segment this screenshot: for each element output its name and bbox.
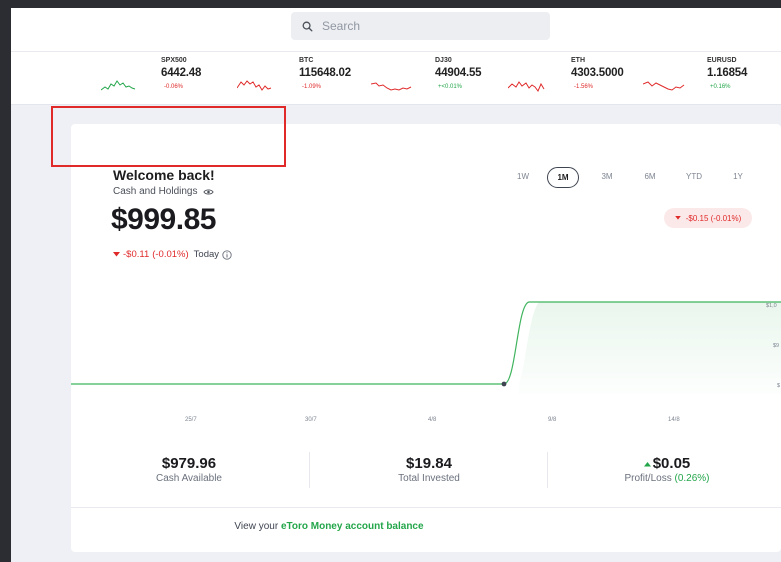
cash-available-stat: $979.96 Cash Available xyxy=(109,455,269,484)
triangle-down-icon xyxy=(113,252,120,257)
chart-x-label: 9/8 xyxy=(548,417,557,423)
triangle-down-icon xyxy=(674,216,681,220)
total-invested-value: $19.84 xyxy=(406,455,452,472)
period-ytd[interactable]: YTD xyxy=(679,167,709,186)
period-6m[interactable]: 6M xyxy=(638,167,662,186)
profit-loss-stat: $0.05 Profit/Loss (0.26%) xyxy=(587,455,747,484)
ticker-symbol: EURUSD xyxy=(707,57,737,64)
ticker-change: -1.09% xyxy=(302,84,322,90)
ticker-price: 44904.55 xyxy=(435,67,482,79)
window-frame-top xyxy=(0,0,781,8)
day-change-value: -$0.11 xyxy=(123,249,150,260)
portfolio-line-chart: $1,0 $9 $ xyxy=(71,301,781,394)
total-invested-stat: $19.84 Total Invested xyxy=(349,455,509,484)
ticker-spx500[interactable]: SPX500 6442.48 -0.06% xyxy=(161,57,236,101)
chart-area xyxy=(519,302,781,394)
search-icon xyxy=(302,21,313,31)
etoro-money-link[interactable]: eToro Money account balance xyxy=(281,521,424,532)
period-1m[interactable]: 1M xyxy=(547,167,579,188)
ticker-sparkline xyxy=(237,80,272,91)
ticker-eurusd[interactable]: EURUSD 1.16854 +0.16% xyxy=(707,57,781,101)
ticker-sparkline xyxy=(508,81,545,92)
window-frame-left xyxy=(0,0,11,562)
info-icon[interactable] xyxy=(222,249,232,260)
range-change-badge: -$0.15 (-0.01%) xyxy=(664,208,752,228)
chart-y-label: $1,0 xyxy=(766,303,777,309)
ticker-price: 1.16854 xyxy=(707,67,748,79)
eye-icon[interactable] xyxy=(202,188,214,196)
ticker-price: 4303.5000 xyxy=(571,67,624,79)
chart-x-label: 4/8 xyxy=(428,417,437,423)
chart-x-label: 30/7 xyxy=(305,417,317,423)
search-input[interactable]: Search xyxy=(291,12,550,40)
footer-prefix: View your xyxy=(234,521,281,532)
portfolio-balance: $999.85 xyxy=(111,203,216,236)
profit-loss-label-text: Profit/Loss xyxy=(624,473,672,484)
period-3m[interactable]: 3M xyxy=(595,167,619,186)
ticker-change: +0.16% xyxy=(710,84,731,90)
ticker-price: 6442.48 xyxy=(161,67,202,79)
profit-loss-value: $0.05 xyxy=(587,455,747,472)
card-footer-divider xyxy=(71,507,781,508)
ticker-symbol: SPX500 xyxy=(161,57,187,64)
summary-divider xyxy=(309,452,310,488)
triangle-up-icon xyxy=(643,461,651,467)
today-label: Today xyxy=(193,249,220,260)
top-bar: Search xyxy=(11,8,781,52)
etoro-money-footer: View your eToro Money account balance xyxy=(71,521,587,532)
cash-available-value: $979.96 xyxy=(161,455,217,472)
total-invested-label: Total Invested xyxy=(398,473,460,484)
ticker-sparkline xyxy=(101,80,136,91)
profit-loss-percent: (0.26%) xyxy=(674,473,710,484)
cash-holdings-text: Cash and Holdings xyxy=(113,186,198,197)
ticker-change: -1.56% xyxy=(574,84,594,90)
ticker-eth[interactable]: ETH 4303.5000 -1.56% xyxy=(571,57,646,101)
chart-x-label: 25/7 xyxy=(185,417,197,423)
portfolio-card: Welcome back! Cash and Holdings $999.85 … xyxy=(71,124,781,552)
etoro-app: Search SPX500 6442.48 -0.06% BTC 115648.… xyxy=(11,8,781,562)
ticker-price: 115648.02 xyxy=(299,67,351,79)
profit-loss-label: Profit/Loss (0.26%) xyxy=(587,473,747,484)
chart-x-label: 14/8 xyxy=(668,417,680,423)
chart-y-label: $9 xyxy=(773,343,779,349)
cash-holdings-label: Cash and Holdings xyxy=(113,186,214,197)
day-change: -$0.11 (-0.01%) Today xyxy=(113,249,232,260)
period-1y[interactable]: 1Y xyxy=(726,167,750,186)
range-change-value: -$0.15 (-0.01%) xyxy=(685,213,742,223)
day-change-percent: (-0.01%) xyxy=(152,249,189,260)
ticker-dj30[interactable]: DJ30 44904.55 +<0.01% xyxy=(435,57,510,101)
cash-available-label: Cash Available xyxy=(156,473,222,484)
search-placeholder: Search xyxy=(322,19,361,33)
ticker-btc[interactable]: BTC 115648.02 -1.09% xyxy=(299,57,374,101)
ticker-symbol: DJ30 xyxy=(435,57,452,64)
ticker-symbol: ETH xyxy=(571,57,585,64)
period-1w[interactable]: 1W xyxy=(511,167,535,186)
welcome-heading: Welcome back! xyxy=(113,167,215,183)
ticker-change: -0.06% xyxy=(164,84,184,90)
ticker-sparkline xyxy=(371,82,412,91)
ticker-change: +<0.01% xyxy=(438,84,463,90)
chart-point[interactable] xyxy=(501,381,507,387)
market-ticker-strip: SPX500 6442.48 -0.06% BTC 115648.02 -1.0… xyxy=(11,52,781,105)
ticker-sparkline xyxy=(643,81,685,91)
profit-loss-amount: $0.05 xyxy=(652,455,691,472)
annotation-highlight-box xyxy=(51,106,286,167)
summary-divider xyxy=(547,452,548,488)
ticker-symbol: BTC xyxy=(299,57,314,64)
chart-y-label: $ xyxy=(777,383,780,389)
